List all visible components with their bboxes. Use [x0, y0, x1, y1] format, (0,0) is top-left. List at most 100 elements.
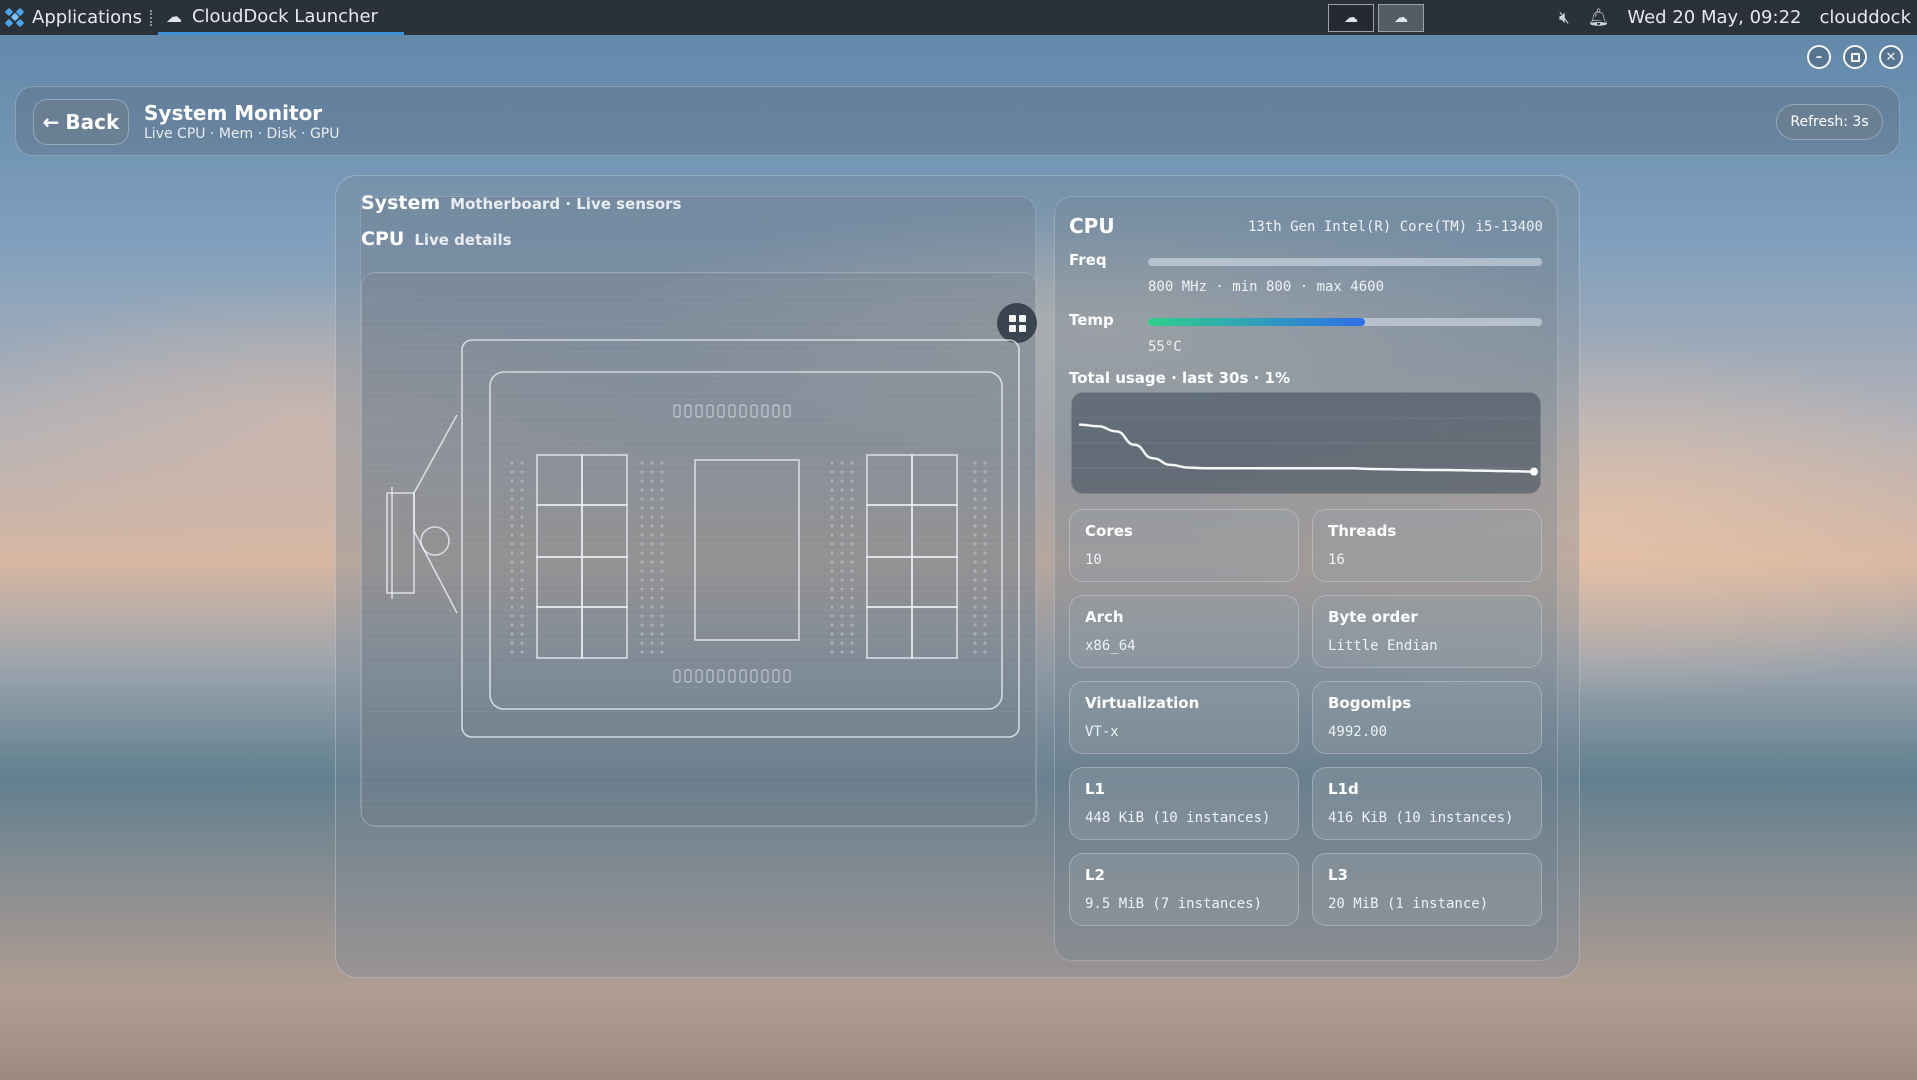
motherboard-drawing [386, 339, 1020, 738]
contact-dot [520, 515, 524, 519]
contact-dot [973, 587, 977, 591]
contact-dot [640, 650, 644, 654]
contact-dot [510, 632, 514, 636]
clock[interactable]: Wed 20 May, 09:22 [1627, 7, 1801, 28]
cpu-title: CPU [1069, 214, 1115, 238]
workspace-2[interactable]: ☁ [1378, 4, 1424, 32]
contact-dot [510, 551, 514, 555]
contact-dot [520, 470, 524, 474]
contact-dot [650, 650, 654, 654]
info-tile-cores: Cores 10 [1069, 509, 1299, 582]
contact-dot [660, 623, 664, 627]
task-clouddock-launcher[interactable]: ☁ CloudDock Launcher [157, 0, 404, 35]
contact-dot [983, 551, 987, 555]
contact-dot [830, 623, 834, 627]
contact-dot [973, 650, 977, 654]
contact-dot [660, 524, 664, 528]
page-subtitle: Live CPU · Mem · Disk · GPU [144, 126, 340, 142]
window-controls: – ✕ [1807, 45, 1903, 69]
close-button[interactable]: ✕ [1879, 45, 1903, 69]
refresh-button[interactable]: Refresh: 3s [1776, 104, 1883, 140]
maximize-icon [1850, 52, 1860, 62]
contact-dot [650, 596, 654, 600]
contact-dot [840, 533, 844, 537]
contact-dot [650, 605, 654, 609]
contact-dot [650, 515, 654, 519]
contact-dot [830, 632, 834, 636]
contact-dot [983, 533, 987, 537]
socket-pin [772, 669, 780, 683]
contact-dot [973, 641, 977, 645]
contact-dot [850, 533, 854, 537]
arrow-left-icon: ← [42, 110, 60, 134]
contact-dot [640, 533, 644, 537]
contact-dot [983, 479, 987, 483]
contact-dot [640, 515, 644, 519]
back-button[interactable]: ← Back [33, 99, 129, 145]
socket-pin [739, 404, 747, 418]
system-title: System [361, 192, 441, 214]
usage-chart [1072, 417, 1540, 476]
info-tile-l3: L3 20 MiB (1 instance) [1312, 853, 1542, 926]
contact-dot [650, 524, 654, 528]
contact-dot [830, 515, 834, 519]
contact-dot [840, 560, 844, 564]
contact-dot [840, 542, 844, 546]
contact-dot [830, 641, 834, 645]
hostname[interactable]: clouddock [1819, 7, 1911, 28]
temp-label: Temp [1069, 311, 1114, 329]
contact-dot [840, 551, 844, 555]
contact-dot [660, 578, 664, 582]
bell-icon[interactable]: 🔔︎ [1588, 8, 1610, 28]
contact-dot [840, 497, 844, 501]
contact-dot [840, 524, 844, 528]
contact-dot [973, 479, 977, 483]
applications-menu[interactable]: Applications [0, 0, 142, 35]
contact-dot [650, 488, 654, 492]
contact-dot [640, 497, 644, 501]
info-tile-bogomips: Bogomips 4992.00 [1312, 681, 1542, 754]
contact-dot [660, 551, 664, 555]
contact-dot [840, 605, 844, 609]
socket-pin [783, 669, 791, 683]
maximize-button[interactable] [1843, 45, 1867, 69]
workspace-1[interactable]: ☁ [1328, 4, 1374, 32]
tile-label: Cores [1085, 522, 1133, 540]
tile-label: Arch [1085, 608, 1124, 626]
info-tile-l1d: L1d 416 KiB (10 instances) [1312, 767, 1542, 840]
contact-dot [660, 614, 664, 618]
minimize-button[interactable]: – [1807, 45, 1831, 69]
contact-dot [510, 578, 514, 582]
contact-dot [520, 497, 524, 501]
contact-dot [850, 497, 854, 501]
tile-value: 9.5 MiB (7 instances) [1085, 896, 1263, 912]
contact-dot [640, 623, 644, 627]
contact-dot [640, 569, 644, 573]
contact-dot [840, 515, 844, 519]
contact-dot [850, 470, 854, 474]
clouddock-icon: ☁ [1344, 10, 1358, 26]
tile-value: Little Endian [1328, 638, 1438, 654]
applications-icon [4, 7, 25, 27]
contact-dot [973, 461, 977, 465]
contact-dot [840, 506, 844, 510]
contact-dot [660, 461, 664, 465]
contact-dot [510, 506, 514, 510]
contact-dot [510, 560, 514, 564]
contact-dot [640, 641, 644, 645]
contact-dot [973, 569, 977, 573]
temp-value: 55°C [1148, 339, 1182, 355]
contact-dot [973, 632, 977, 636]
mute-icon[interactable]: 🔇︎ [1559, 8, 1570, 28]
contact-dot [983, 623, 987, 627]
tile-label: L2 [1085, 866, 1105, 884]
contact-dot [510, 623, 514, 627]
contact-dot [640, 506, 644, 510]
contact-dot [640, 560, 644, 564]
socket-pin [673, 404, 681, 418]
contact-dot [983, 488, 987, 492]
contact-dot [660, 515, 664, 519]
contact-dot [520, 560, 524, 564]
contact-dot [510, 569, 514, 573]
contact-dot [520, 488, 524, 492]
